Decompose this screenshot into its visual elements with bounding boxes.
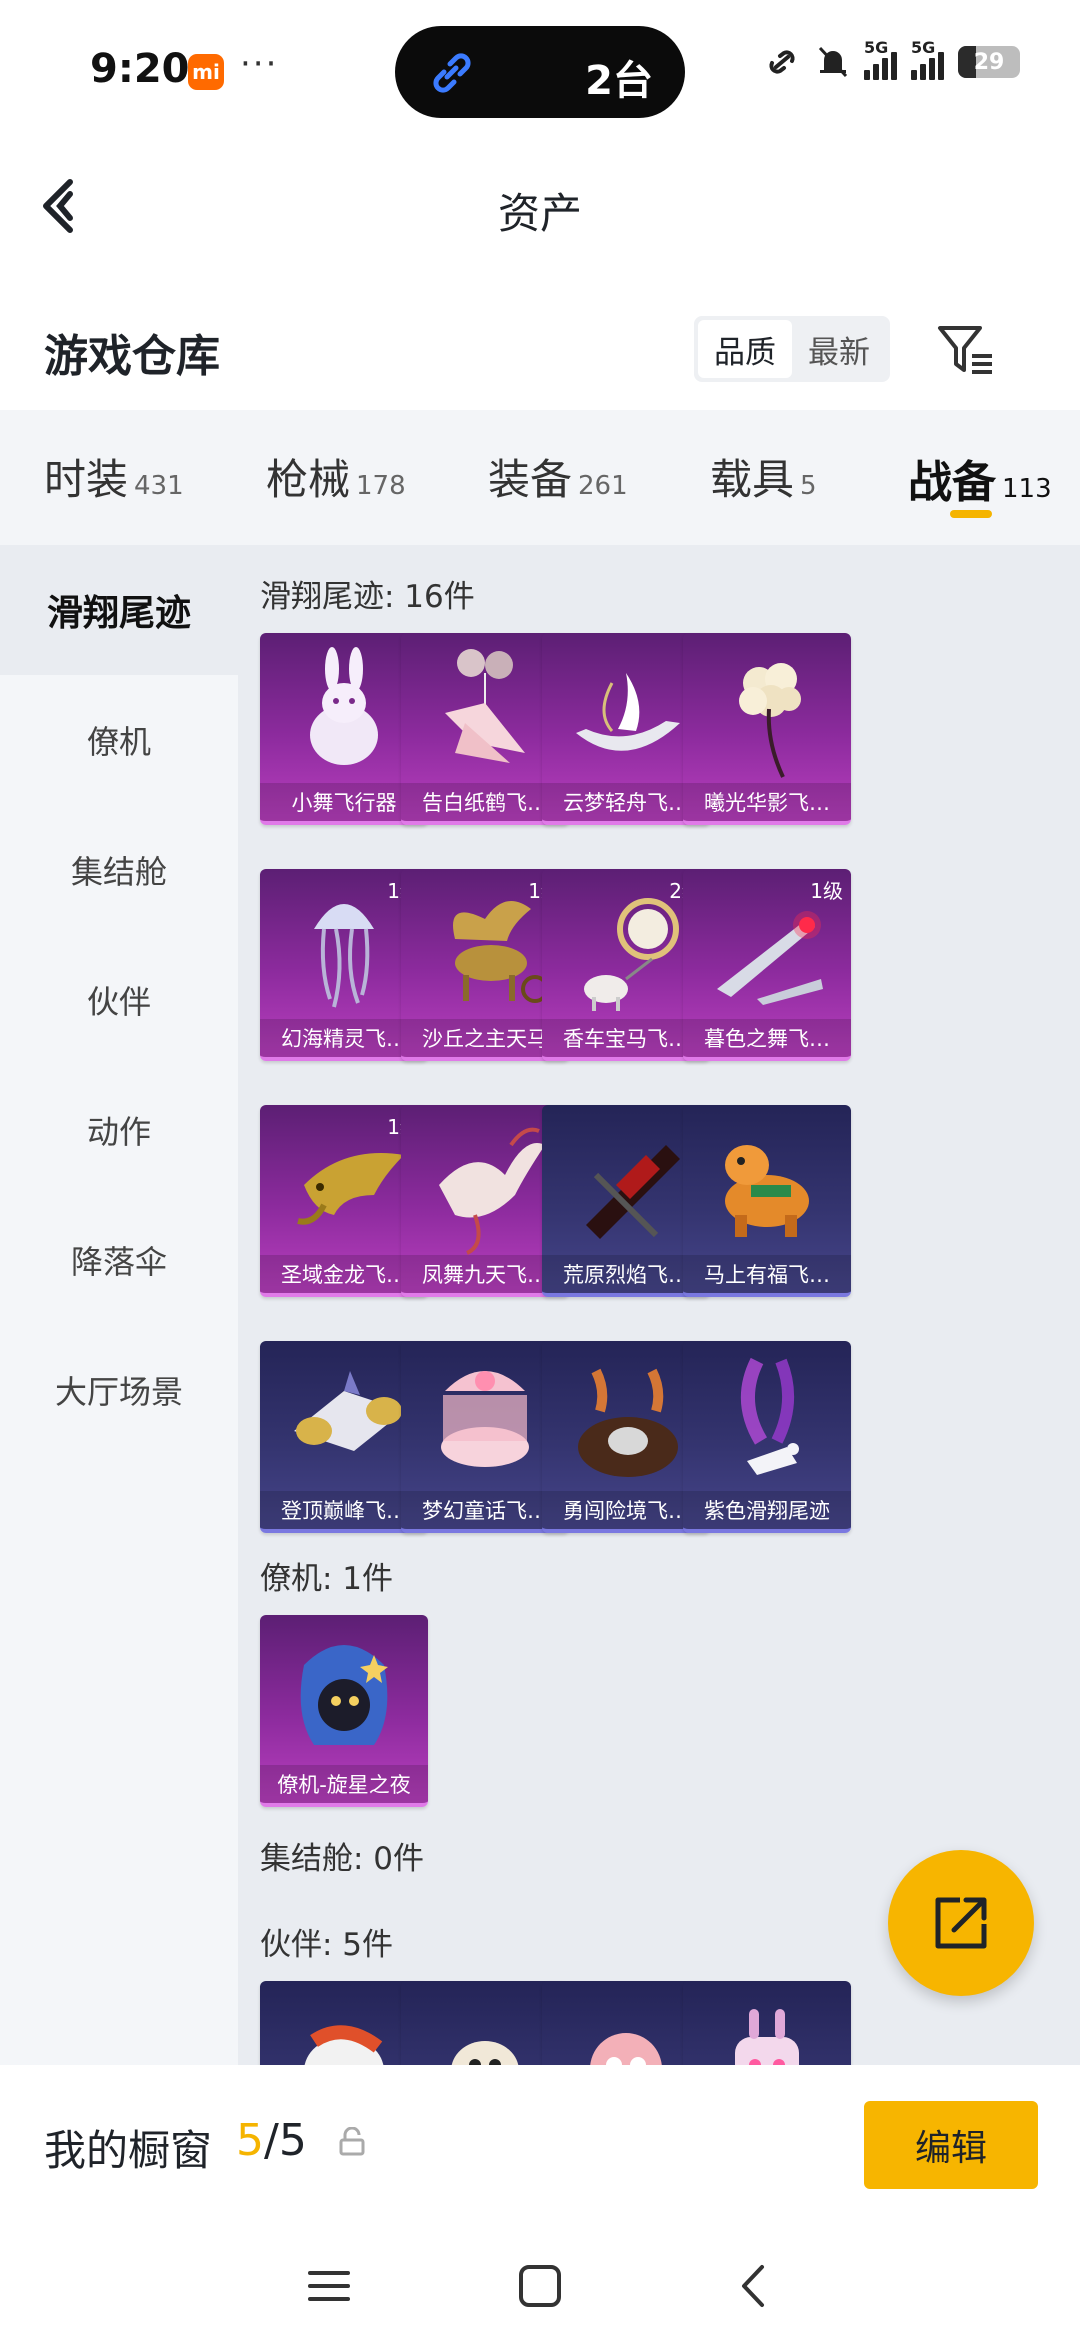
signal-5g-icon: 5G [911,38,944,80]
item-level-badge: 1级 [810,879,843,903]
category-tabs: 时装 431 枪械 178 装备 261 载具 5 战备 113 [0,410,1080,545]
sort-toggle: 品质 最新 [694,316,890,382]
tab-count: 113 [1002,474,1052,504]
lock-icon [339,2127,365,2156]
partner-fox-icon [304,2025,384,2065]
my-showcase-bar: 我的橱窗 5/5 编辑 [0,2065,1080,2225]
partner-bird-icon [451,2041,519,2065]
glide-item-card[interactable]: 马上有福飞… [683,1105,851,1297]
sort-quality-option[interactable]: 品质 [698,320,792,378]
home-icon[interactable] [515,2261,565,2311]
status-bar: 9:20 mi ··· 2台 5G 5G 29 [0,0,1080,140]
warehouse-title: 游戏仓库 [44,331,220,382]
item-name: 曦光华影飞… [683,783,851,821]
link-status-icon [769,50,795,74]
star-cat-icon [300,1645,388,1745]
partner-robot-icon [735,2009,799,2065]
tab-count: 431 [134,471,184,501]
partner-item-card[interactable] [683,1981,851,2065]
more-notifications-icon: ··· [240,44,279,84]
edit-button[interactable]: 编辑 [864,2101,1038,2189]
tab-firearms[interactable]: 枪械 178 [266,446,406,507]
link-icon [433,53,471,93]
partner-pink-icon [590,2033,662,2065]
jet-icon [294,1371,404,1451]
share-external-icon [935,1897,987,1949]
battery-icon: 29 [958,46,1020,78]
item-grid-panel: 滑翔尾迹: 16件 小舞飞行器告白纸鹤飞…云梦轻舟飞…曦光华影飞…1级幻海精灵飞… [238,545,1080,2065]
tab-label: 载具 [710,455,795,504]
showcase-total: /5 [264,2115,307,2166]
section-title-pod: 集结舱: 0件 [260,1841,425,1877]
tab-indicator [950,510,992,518]
sidebar-item-partner[interactable]: 伙伴 [0,935,238,1065]
showcase-count: 5/5 [236,2115,307,2166]
glide-item-card[interactable]: 曦光华影飞… [683,633,851,825]
section-title-wingman: 僚机: 1件 [260,1561,394,1597]
section-title-glide: 滑翔尾迹: 16件 [260,579,475,615]
mute-bell-icon [818,46,848,78]
tab-count: 5 [800,471,817,501]
tab-label: 装备 [488,455,573,504]
item-name: 僚机-旋星之夜 [260,1765,428,1803]
dynamic-island[interactable]: 2台 [395,26,685,118]
flower-icon [739,663,801,778]
phoenix-icon [439,1127,545,1255]
filter-icon[interactable] [936,320,996,380]
item-name: 暮色之舞飞… [683,1019,851,1057]
glide-item-card[interactable]: 1级暮色之舞飞… [683,869,851,1061]
nav-header: 资产 [0,140,1080,270]
glide-item-card[interactable]: 紫色滑翔尾迹 [683,1341,851,1533]
back-nav-icon[interactable] [730,2261,780,2311]
carousel-icon [441,1371,529,1467]
showcase-title: 我的橱窗 [44,2126,213,2175]
status-time: 9:20 [90,46,190,92]
white-rabbit-icon [310,647,378,765]
tab-vehicles[interactable]: 载具 5 [710,446,817,507]
tab-count: 178 [356,471,406,501]
boat-icon [576,673,680,751]
page-title: 资产 [497,189,582,238]
item-name: 紫色滑翔尾迹 [683,1491,851,1529]
tab-label: 战备 [908,457,996,508]
sidebar-item-glide-trail[interactable]: 滑翔尾迹 [0,545,238,675]
item-name: 马上有福飞… [683,1255,851,1293]
signal-5g-icon: 5G [864,38,897,80]
sidebar-item-lobby-scene[interactable]: 大厅场景 [0,1325,238,1455]
warehouse-row: 游戏仓库 品质 最新 [0,270,1080,410]
flame-craft-icon [586,1145,680,1239]
section-title-partner: 伙伴: 5件 [260,1927,394,1963]
system-nav-bar [0,2225,1080,2347]
smoke-craft-icon [578,1368,678,1477]
sidebar-item-wingman[interactable]: 僚机 [0,675,238,805]
purple-trail-icon [741,1357,799,1475]
tab-equipment[interactable]: 装备 261 [488,446,628,507]
menu-icon[interactable] [304,2261,354,2311]
island-text: 2台 [585,58,653,104]
tab-fashion[interactable]: 时装 431 [44,446,184,507]
status-icons: 5G 5G 29 [762,38,1020,80]
share-fab[interactable] [888,1850,1034,1996]
tab-count: 261 [578,471,628,501]
sidebar-item-emote[interactable]: 动作 [0,1065,238,1195]
sidebar: 滑翔尾迹 僚机 集结舱 伙伴 动作 降落伞 大厅场景 [0,545,238,2065]
mi-app-icon: mi [188,54,224,90]
paper-crane-icon [445,649,525,763]
wingman-item-card[interactable]: 僚机-旋星之夜 [260,1615,428,1807]
tab-label: 枪械 [266,455,351,504]
sort-newest-option[interactable]: 最新 [792,320,886,378]
tab-label: 时装 [44,455,129,504]
showcase-current: 5 [236,2115,264,2166]
toy-horse-icon [725,1145,809,1237]
sidebar-item-parachute[interactable]: 降落伞 [0,1195,238,1325]
sidebar-item-assembly-pod[interactable]: 集结舱 [0,805,238,935]
tab-battle-prep[interactable]: 战备 113 [908,446,1052,510]
